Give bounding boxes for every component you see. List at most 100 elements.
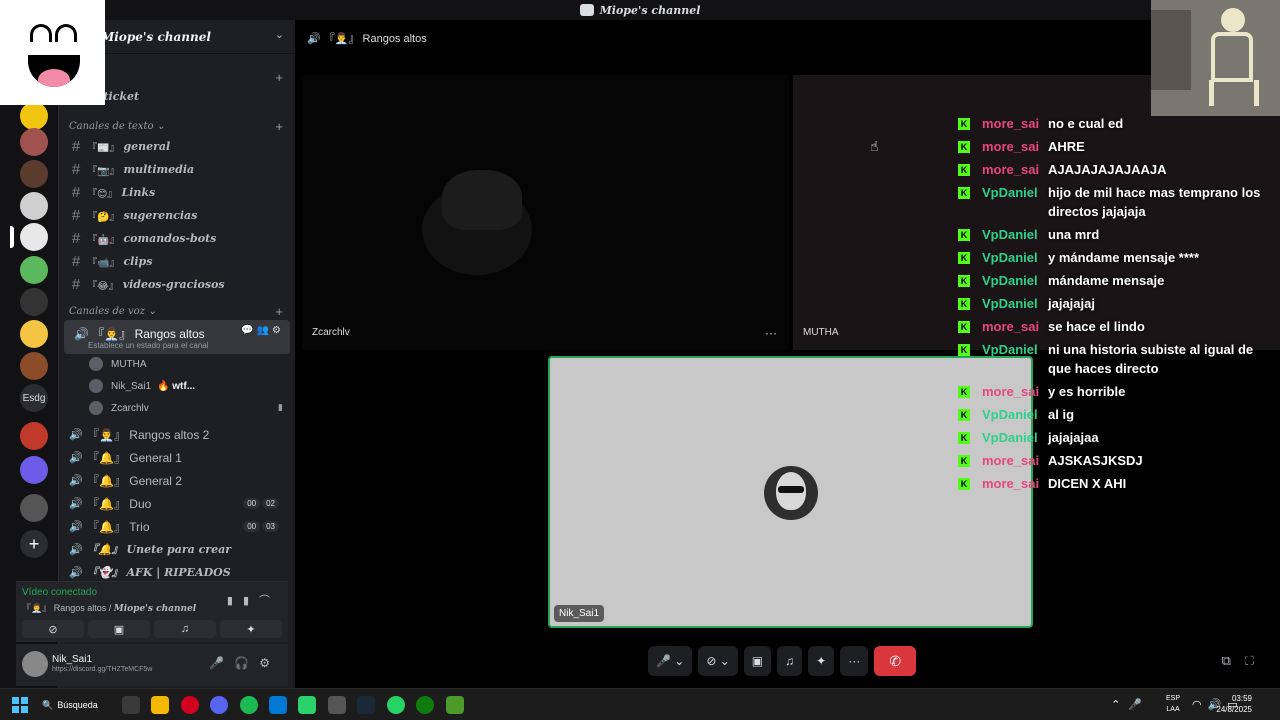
avatar[interactable]	[22, 651, 48, 677]
task-view-icon[interactable]	[122, 696, 140, 714]
chat-username: more_sai	[982, 384, 1040, 399]
more-button[interactable]: ···	[840, 646, 869, 676]
voice-connection-panel: Vídeo conectado 『👨‍💼』 Rangos altos / Mio…	[16, 581, 288, 642]
whatsapp-icon[interactable]	[387, 696, 405, 714]
hash-icon: #	[71, 206, 81, 224]
channel-name: ticket	[103, 89, 140, 103]
stage-header: 🔊 『👨‍💼』 Rangos altos	[307, 30, 427, 46]
voice-connected-channel[interactable]: 『👨‍💼』 Rangos altos / Miope's channel	[22, 601, 196, 614]
server-icon-7[interactable]	[20, 320, 48, 348]
voice-panel-icons[interactable]: ▮▮⌒	[227, 592, 280, 608]
voice-channel-item[interactable]: 🔊 『🔔』 Trio 00 03	[65, 515, 291, 537]
soundboard-button[interactable]: ✦	[808, 646, 835, 676]
soundboard-button[interactable]: ✦	[220, 620, 282, 638]
channel-emoji: 『🤔』	[87, 211, 120, 223]
chevron-down-icon[interactable]: ⌄	[275, 28, 284, 41]
disconnect-button[interactable]: ✆	[874, 646, 917, 676]
opera-icon[interactable]	[181, 696, 199, 714]
limit-value: 03	[262, 520, 279, 532]
chat-username: more_sai	[982, 162, 1040, 177]
server-name: Miope's channel	[101, 29, 211, 44]
server-icon-11[interactable]	[20, 494, 48, 522]
chat-username: VpDaniel	[982, 227, 1038, 242]
voice-member[interactable]: MUTHA	[89, 354, 153, 374]
camera-button[interactable]: ⊘ ⌄	[698, 646, 738, 676]
channel-item[interactable]: # 『😂』 videos-graciosos	[65, 273, 291, 295]
voice-channel-tools[interactable]: 💬👥⚙	[241, 325, 284, 336]
channel-item[interactable]: # 『📹』 clips	[65, 250, 291, 272]
video-person-hair	[442, 170, 522, 230]
voice-channel-item[interactable]: 🔊 『👨‍💼』 Rangos altos 2	[65, 423, 291, 445]
clock-date: 24/8/2025	[1216, 705, 1252, 714]
server-icon-3[interactable]	[20, 160, 48, 188]
spotify-icon[interactable]	[240, 696, 258, 714]
category-text[interactable]: Canales de texto ⌄	[69, 121, 165, 132]
video-tile-zcarchlv[interactable]: Zcarchlv ···	[302, 75, 789, 350]
add-voice-channel-icon[interactable]: +	[275, 304, 283, 319]
language-indicator[interactable]: ESP LAA	[1166, 693, 1180, 715]
channel-item[interactable]: # 『🤖』 comandos-bots	[65, 227, 291, 249]
add-text-channel-icon[interactable]: +	[275, 119, 283, 134]
more-options-icon[interactable]: ···	[765, 326, 777, 340]
kick-icon[interactable]	[298, 696, 316, 714]
screen-share-button[interactable]: ▣	[743, 646, 772, 676]
chat-text: y mándame mensaje ****	[1048, 250, 1200, 265]
server-icon-6[interactable]	[20, 288, 48, 316]
minecraft-icon[interactable]	[446, 696, 464, 714]
server-icon-1[interactable]	[20, 102, 48, 130]
channel-item[interactable]: # 『📰』 general	[65, 135, 291, 157]
add-server-icon[interactable]: +	[20, 530, 48, 558]
voice-channel-item[interactable]: 🔊 『👻』 AFK | RIPEADOS	[65, 561, 291, 583]
smiley-eye-right	[55, 24, 77, 42]
screen-share-button[interactable]: ▣	[88, 620, 150, 638]
speaker-icon: 🔊	[307, 33, 321, 45]
voice-channel-name: 『👻』 AFK | RIPEADOS	[87, 566, 231, 579]
search-button[interactable]: 🔍 Búsqueda	[42, 695, 110, 715]
microphone-button[interactable]: 🎤 ⌄	[648, 646, 693, 676]
activity-button[interactable]: ♫	[154, 620, 216, 638]
hash-icon: #	[71, 183, 81, 201]
steam-icon[interactable]	[357, 696, 375, 714]
voice-channel-item[interactable]: 🔊 『🔔』 Unete para crear	[65, 538, 291, 560]
camera-off-button[interactable]: ⊘	[22, 620, 84, 638]
kick-badge-icon: K	[958, 321, 970, 333]
clock[interactable]: 03:59 24/8/2025	[1216, 693, 1252, 715]
add-channel-icon[interactable]: +	[275, 70, 283, 85]
server-icon-active[interactable]	[20, 223, 48, 251]
server-icon-10[interactable]	[20, 456, 48, 484]
voice-channel-item[interactable]: 🔊 『🔔』 Duo 00 02	[65, 492, 291, 514]
category-voice[interactable]: Canales de voz ⌄	[69, 306, 156, 317]
channel-item[interactable]: # 『🤔』 sugerencias	[65, 204, 291, 226]
hash-icon: #	[71, 275, 81, 293]
voice-channel-active[interactable]: 🔊 『👨‍💼』 Rangos altos Establece un estado…	[64, 320, 290, 354]
server-icon-esdg[interactable]: Esdg	[20, 384, 48, 412]
speaker-icon: 🔊	[74, 327, 89, 341]
user-limit-badge: 00 02	[243, 497, 279, 509]
voice-member[interactable]: Nik_Sai1 🔥 wtf...	[89, 376, 195, 396]
channel-item[interactable]: # 『😊』 Links	[65, 181, 291, 203]
discord-icon[interactable]	[210, 696, 228, 714]
kick-badge-icon: K	[958, 229, 970, 241]
voice-channel-item[interactable]: 🔊 『🔔』 General 1	[65, 446, 291, 468]
tile-label: MUTHA	[803, 327, 839, 338]
server-icon-4[interactable]	[20, 192, 48, 220]
chat-message: Kmore_sai AJSKASJKSDJ	[958, 451, 1276, 470]
voice-channel-item[interactable]: 🔊 『🔔』 General 2	[65, 469, 291, 491]
channel-item[interactable]: # 『📷』 multimedia	[65, 158, 291, 180]
system-tray[interactable]: ⌃🎤	[1111, 698, 1150, 711]
voice-status[interactable]: Establece un estado para el canal	[88, 341, 209, 350]
popout-fullscreen-icons[interactable]: ⧉⛶	[1222, 653, 1268, 669]
user-controls[interactable]: 🎤🎧⚙	[209, 656, 280, 670]
server-icon-9[interactable]	[20, 422, 48, 450]
app-icon[interactable]	[328, 696, 346, 714]
voice-member[interactable]: Zcarchlv	[89, 398, 155, 418]
activities-button[interactable]: ♫	[777, 646, 803, 676]
voice-connected-title[interactable]: Vídeo conectado	[22, 587, 97, 598]
server-icon-2[interactable]	[20, 128, 48, 156]
server-icon-8[interactable]	[20, 352, 48, 380]
file-explorer-icon[interactable]	[151, 696, 169, 714]
windows-start-icon[interactable]	[12, 697, 28, 713]
server-icon-5[interactable]	[20, 256, 48, 284]
xbox-icon[interactable]	[416, 696, 434, 714]
photos-icon[interactable]	[269, 696, 287, 714]
